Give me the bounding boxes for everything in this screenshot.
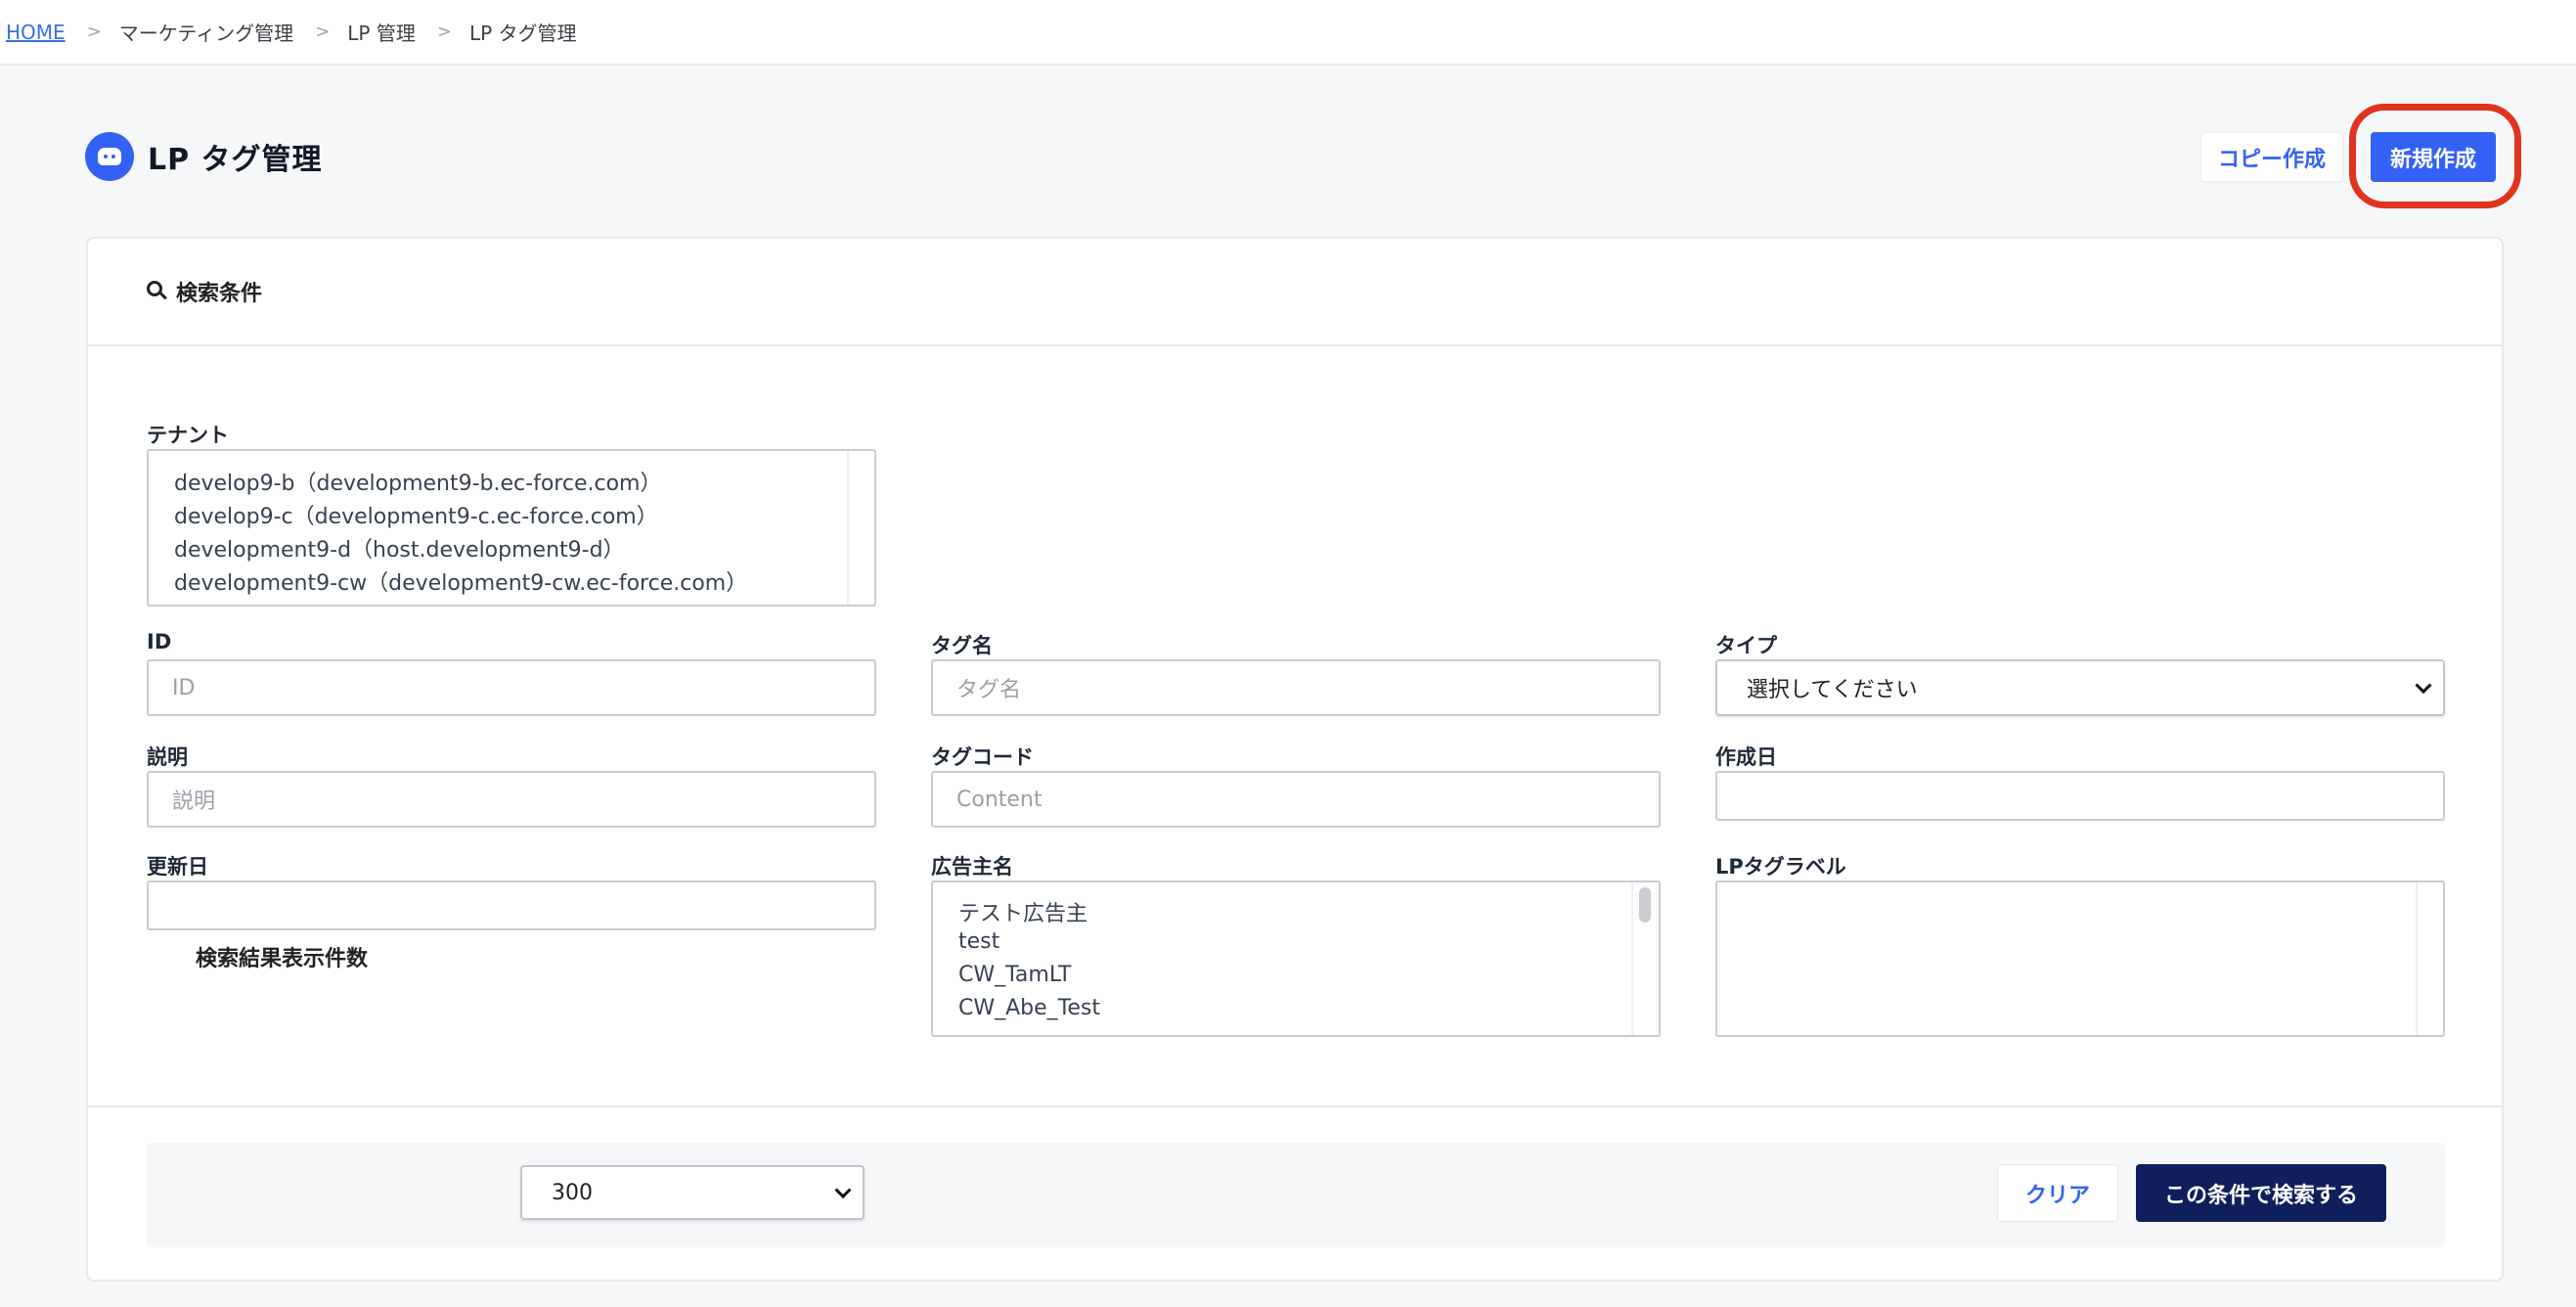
divider xyxy=(88,1105,2502,1107)
results-count-select[interactable]: 300 xyxy=(520,1165,865,1220)
clear-button[interactable]: クリア xyxy=(1997,1164,2118,1222)
copy-create-button[interactable]: コピー作成 xyxy=(2200,132,2343,182)
breadcrumb-home-link[interactable]: HOME xyxy=(6,21,66,44)
advertiser-listbox[interactable]: テスト広告主 test CW_TamLT CW_Abe_Test xyxy=(931,880,1661,1037)
created-date-input[interactable] xyxy=(1715,771,2445,821)
highlight-annotation xyxy=(2349,104,2521,208)
breadcrumb-separator: > xyxy=(315,22,331,42)
tenant-option[interactable]: development9-d（host.development9-d） xyxy=(174,532,625,563)
search-card-header: 検索条件 xyxy=(88,239,2502,346)
search-icon xyxy=(147,281,168,302)
tenant-option[interactable]: develop9-c（development9-c.ec-force.com） xyxy=(174,499,658,530)
chevron-down-icon xyxy=(2415,677,2432,695)
lp-tag-label-label: LPタグラベル xyxy=(1715,855,1846,879)
breadcrumb-item-lp-tag: LP タグ管理 xyxy=(468,22,577,45)
tag-name-input[interactable]: タグ名 xyxy=(931,659,1661,716)
lp-tag-label-scrollbar[interactable] xyxy=(2416,882,2443,1035)
updated-date-label: 更新日 xyxy=(147,855,208,879)
advertiser-option[interactable]: CW_TamLT xyxy=(958,963,1072,987)
advertiser-label: 広告主名 xyxy=(931,855,1013,879)
id-input[interactable]: ID xyxy=(147,659,876,716)
breadcrumb: HOME > マーケティング管理 > LP 管理 > LP タグ管理 xyxy=(0,0,2576,66)
breadcrumb-item-marketing[interactable]: マーケティング管理 xyxy=(119,18,293,46)
tag-name-label: タグ名 xyxy=(931,634,993,657)
type-select-value: 選択してください xyxy=(1747,678,1918,702)
tenant-option[interactable]: develop9-b（development9-b.ec-force.com） xyxy=(174,466,661,497)
search-submit-button[interactable]: この条件で検索する xyxy=(2136,1164,2386,1222)
results-count-value: 300 xyxy=(552,1180,593,1205)
breadcrumb-separator: > xyxy=(86,22,102,42)
type-select[interactable]: 選択してください xyxy=(1715,659,2445,716)
results-count-label: 検索結果表示件数 xyxy=(196,946,369,971)
breadcrumb-separator: > xyxy=(436,22,452,42)
type-label: タイプ xyxy=(1715,634,1777,657)
id-label: ID xyxy=(147,630,172,654)
robot-icon xyxy=(85,132,134,181)
page-title: LP タグ管理 xyxy=(148,143,323,177)
breadcrumb-item-lp[interactable]: LP 管理 xyxy=(347,18,416,46)
tenant-listbox[interactable]: develop9-b（development9-b.ec-force.com） … xyxy=(147,449,876,607)
tag-code-input[interactable]: Content xyxy=(931,771,1661,828)
description-label: 説明 xyxy=(147,745,188,769)
created-date-label: 作成日 xyxy=(1715,745,1777,769)
advertiser-option[interactable]: テスト広告主 xyxy=(958,896,1088,927)
page-header: LP タグ管理 xyxy=(85,132,323,181)
search-card-title: 検索条件 xyxy=(176,282,263,306)
tenant-option[interactable]: development9-cw（development9-cw.ec-force… xyxy=(174,565,747,597)
search-card: 検索条件 テナント develop9-b（development9-b.ec-f… xyxy=(86,237,2504,1282)
advertiser-option[interactable]: test xyxy=(958,929,999,954)
chevron-down-icon xyxy=(834,1182,852,1199)
advertiser-scroll-thumb[interactable] xyxy=(1639,887,1651,923)
advertiser-scrollbar[interactable] xyxy=(1631,882,1659,1035)
tenant-label: テナント xyxy=(147,424,229,447)
advertiser-option[interactable]: CW_Abe_Test xyxy=(958,996,1100,1020)
tenant-scrollbar[interactable] xyxy=(847,451,874,605)
lp-tag-label-listbox[interactable] xyxy=(1715,880,2445,1037)
description-input[interactable]: 説明 xyxy=(147,771,876,828)
tag-code-label: タグコード xyxy=(931,745,1034,769)
